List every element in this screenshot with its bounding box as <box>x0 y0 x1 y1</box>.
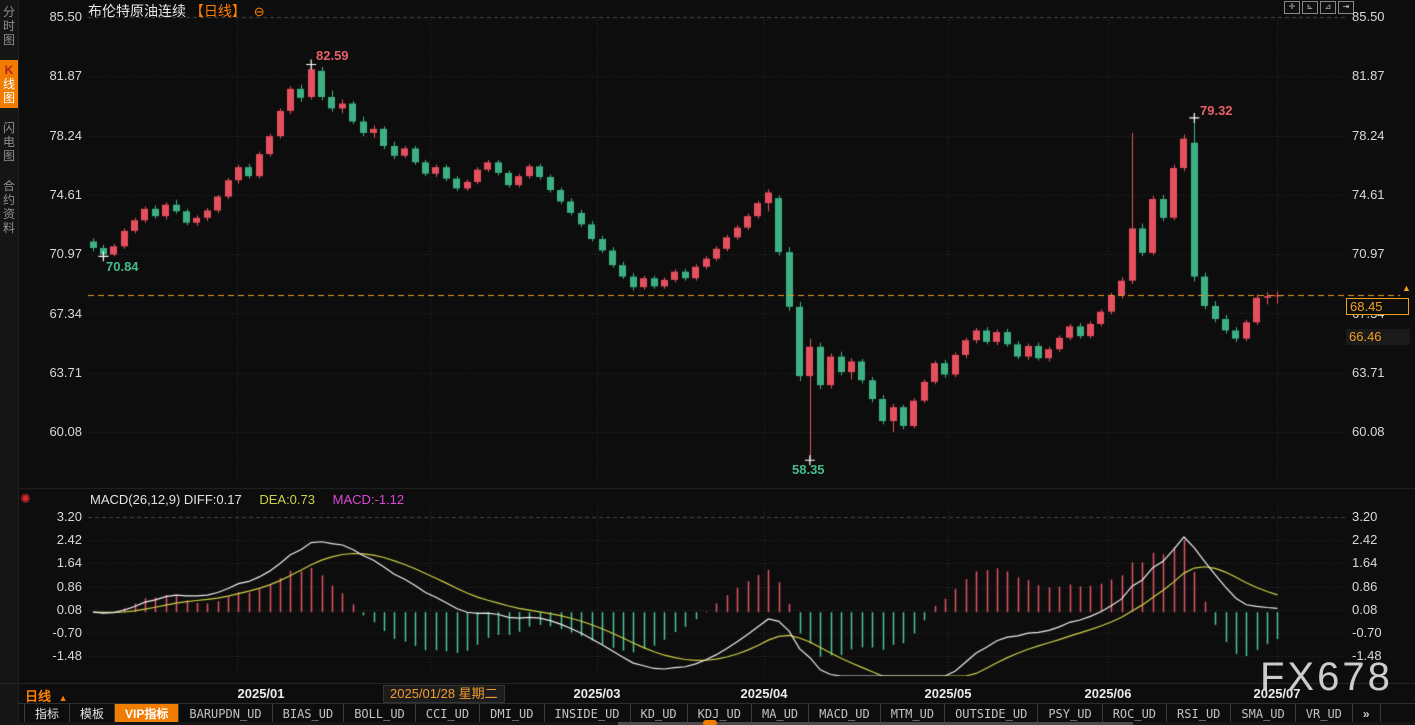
x-axis-month-label: 2025/04 <box>729 686 799 701</box>
macd-axis-label-right: 0.86 <box>1352 579 1404 594</box>
macd-axis-label-right: 1.64 <box>1352 555 1404 570</box>
indicator-button-kd[interactable]: KD_UD <box>631 704 688 723</box>
macd-value: MACD:-1.12 <box>333 492 405 507</box>
sidebar-tab-kline-chart[interactable]: K线图 <box>0 60 18 108</box>
low-price-label: 70.84 <box>106 259 139 274</box>
high-price-label: 79.32 <box>1200 103 1233 118</box>
indicator-button-bias[interactable]: BIAS_UD <box>273 704 345 723</box>
y-axis-label: 85.50 <box>36 9 82 24</box>
indicator-button-roc[interactable]: ROC_UD <box>1103 704 1167 723</box>
macd-diff-value: MACD(26,12,9) DIFF:0.17 <box>90 492 242 507</box>
macd-axis-label: 0.86 <box>36 579 82 594</box>
sidebar-tab-lightning-chart[interactable]: 闪电图 <box>0 118 18 166</box>
y-axis-label: 74.61 <box>36 187 82 202</box>
sidebar-tab-contract-info[interactable]: 合约资料 <box>0 176 18 238</box>
y-axis-scale-icon[interactable]: ⊾ <box>1302 1 1318 14</box>
high-price-label: 82.59 <box>316 48 349 63</box>
x-axis-month-label: 2025/01 <box>226 686 296 701</box>
x-axis-scale-icon[interactable]: ⊿ <box>1320 1 1336 14</box>
symbol-name: 布伦特原油连续 <box>88 3 186 19</box>
period-label: 日线 <box>25 689 51 704</box>
indicator-button-boll[interactable]: BOLL_UD <box>344 704 416 723</box>
indicator-button-macd[interactable]: MACD_UD <box>809 704 881 723</box>
macd-axis-label: -1.48 <box>36 648 82 663</box>
y-axis-label-right: 60.08 <box>1352 424 1404 439</box>
indicator-button-kdj[interactable]: KDJ_UD <box>688 704 752 723</box>
chart-app-window: 分时图 K线图 闪电图 合约资料 布伦特原油连续 【日线】 ⊖ ✛ ⊾ ⊿ ⇥ … <box>0 0 1415 725</box>
macd-axis-label-right: -0.70 <box>1352 625 1404 640</box>
macd-axis-label: 3.20 <box>36 509 82 524</box>
indicator-toolbar: 指标 模板 VIP指标 BARUPDN_UD BIAS_UD BOLL_UD C… <box>18 703 1415 723</box>
price-line-arrow-icon: ▲ <box>1402 283 1411 293</box>
indicator-button-rsi[interactable]: RSI_UD <box>1167 704 1231 723</box>
scrollbar-marker <box>703 720 717 725</box>
indicator-button-outside[interactable]: OUTSIDE_UD <box>945 704 1038 723</box>
macd-axis-label: 1.64 <box>36 555 82 570</box>
toolbar-tab-template[interactable]: 模板 <box>70 704 115 723</box>
macd-axis-label-right: 3.20 <box>1352 509 1404 524</box>
low-price-label: 58.35 <box>792 462 825 477</box>
y-axis-label-right: 70.97 <box>1352 246 1404 261</box>
macd-axis-label: -0.70 <box>36 625 82 640</box>
indicator-button-ma[interactable]: MA_UD <box>752 704 809 723</box>
chart-type-sidebar: 分时图 K线图 闪电图 合约资料 <box>0 0 19 725</box>
last-price-tag: 68.45 <box>1346 298 1409 315</box>
y-axis-label: 63.71 <box>36 365 82 380</box>
period-tag: 【日线】 <box>190 3 246 19</box>
indicator-button-barupdn[interactable]: BARUPDN_UD <box>179 704 272 723</box>
toolbar-tab-indicator[interactable]: 指标 <box>24 704 70 723</box>
x-axis-month-label: 2025/05 <box>913 686 983 701</box>
y-axis-label-right: 63.71 <box>1352 365 1404 380</box>
y-axis-label: 81.87 <box>36 68 82 83</box>
crosshair-icon[interactable]: ✛ <box>1284 1 1300 14</box>
period-dropdown-arrow-icon: ▲ <box>59 693 68 703</box>
macd-axis-label: 2.42 <box>36 532 82 547</box>
crosshair-date-tag: 2025/01/28 星期二 <box>383 685 505 703</box>
kline-tab-head: K <box>5 63 14 77</box>
y-axis-label-right: 78.24 <box>1352 128 1404 143</box>
y-axis-label: 60.08 <box>36 424 82 439</box>
indicator-button-cci[interactable]: CCI_UD <box>416 704 480 723</box>
indicator-button-psy[interactable]: PSY_UD <box>1038 704 1102 723</box>
chart-tool-buttons: ✛ ⊾ ⊿ ⇥ <box>1284 1 1354 14</box>
y-axis-label-right: 81.87 <box>1352 68 1404 83</box>
indicator-button-sma[interactable]: SMA_UD <box>1231 704 1295 723</box>
reference-price-tag: 66.46 <box>1346 329 1410 345</box>
fx678-watermark: FX678 <box>1260 655 1393 700</box>
y-axis-label-right: 74.61 <box>1352 187 1404 202</box>
chart-title: 布伦特原油连续 【日线】 ⊖ <box>88 1 265 21</box>
x-axis-row: 日线 ▲ 2025/01 2025/03 2025/04 2025/05 202… <box>0 683 1415 704</box>
macd-indicator-header: MACD(26,12,9) DIFF:0.17 DEA:0.73 MACD:-1… <box>90 492 404 507</box>
macd-axis-label: 0.08 <box>36 602 82 617</box>
y-axis-label-right: 85.50 <box>1352 9 1404 24</box>
macd-dea-value: DEA:0.73 <box>259 492 315 507</box>
macd-axis-label-right: 2.42 <box>1352 532 1404 547</box>
x-axis-month-label: 2025/06 <box>1073 686 1143 701</box>
sidebar-tab-time-chart[interactable]: 分时图 <box>0 2 18 50</box>
indicator-button-vr[interactable]: VR_UD <box>1296 704 1353 723</box>
y-axis-label: 70.97 <box>36 246 82 261</box>
collapse-icon[interactable]: ⊖ <box>254 4 265 19</box>
macd-axis-label-right: 0.08 <box>1352 602 1404 617</box>
toolbar-more-button[interactable]: » <box>1353 704 1381 723</box>
indicator-button-mtm[interactable]: MTM_UD <box>881 704 945 723</box>
kline-tab-tail: 线图 <box>3 77 15 105</box>
y-axis-label: 67.34 <box>36 306 82 321</box>
alert-icon[interactable]: ✺ <box>20 491 31 507</box>
indicator-button-inside[interactable]: INSIDE_UD <box>545 704 631 723</box>
y-axis-label: 78.24 <box>36 128 82 143</box>
indicator-button-dmi[interactable]: DMI_UD <box>480 704 544 723</box>
toolbar-tab-vip-indicator[interactable]: VIP指标 <box>115 704 179 723</box>
x-axis-month-label: 2025/03 <box>562 686 632 701</box>
